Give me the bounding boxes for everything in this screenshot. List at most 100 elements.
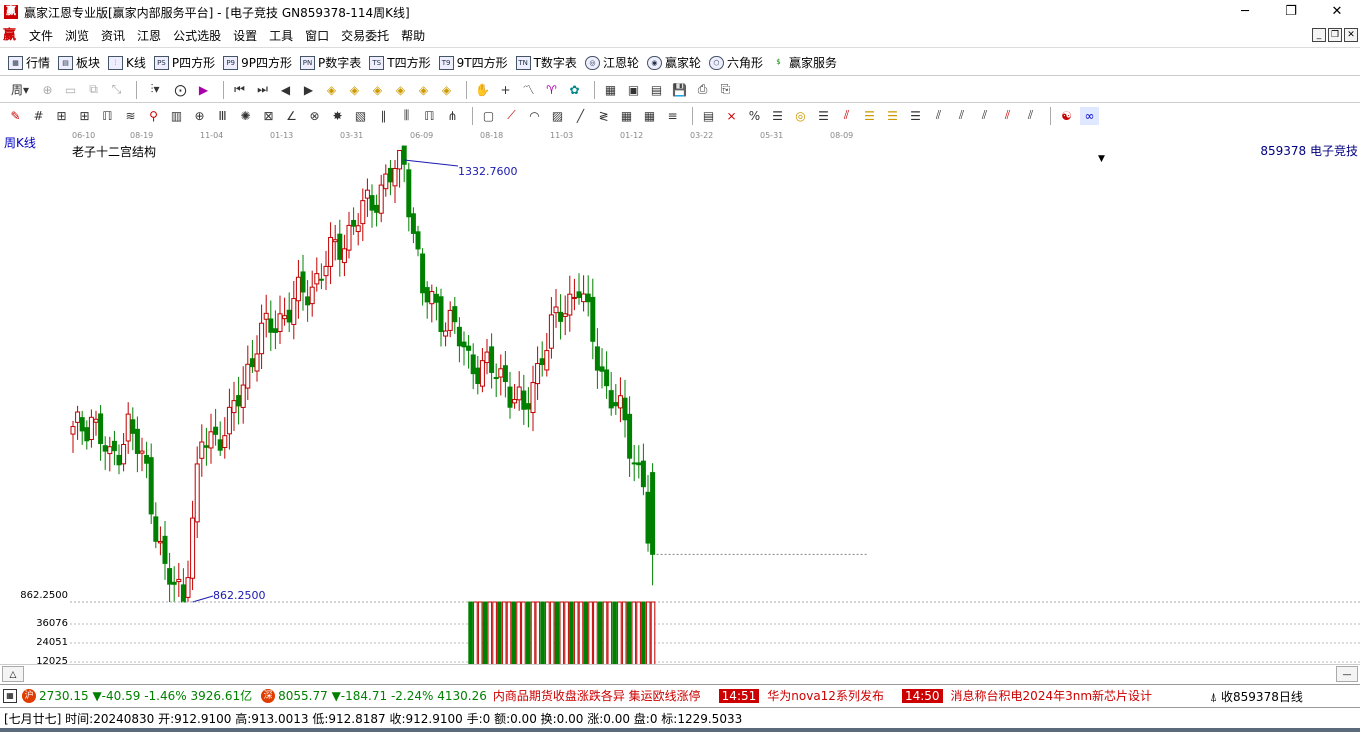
fib-icon[interactable]: ☰: [860, 107, 879, 125]
fractal-icon[interactable]: ✿: [565, 81, 584, 99]
compare-icon[interactable]: ⧉: [84, 81, 103, 99]
fan7-icon[interactable]: ⫽: [1021, 107, 1040, 125]
infinity-icon[interactable]: ∞: [1080, 106, 1099, 125]
menu-file[interactable]: 文件: [23, 27, 59, 44]
comb-icon[interactable]: ℿ: [98, 107, 117, 125]
diamond-up-icon[interactable]: ◈: [368, 81, 387, 99]
fib2-icon[interactable]: ☰: [883, 107, 902, 125]
fan4-icon[interactable]: ⫽: [952, 107, 971, 125]
hatch-icon[interactable]: ▨: [548, 107, 567, 125]
menu-logo-icon[interactable]: 赢: [3, 28, 19, 44]
last-icon[interactable]: ⏭: [253, 81, 272, 99]
hand-icon[interactable]: ✋: [473, 81, 492, 99]
menu-formula[interactable]: 公式选股: [167, 27, 227, 44]
chevron-down-icon[interactable]: ▼: [1098, 154, 1105, 164]
candlestick-chart[interactable]: [0, 128, 1360, 682]
bars-icon[interactable]: Ⅲ: [213, 107, 232, 125]
diamond-zoom-icon[interactable]: ◈: [414, 81, 433, 99]
frame-icon[interactable]: ▢: [479, 107, 498, 125]
tool-gann-wheel[interactable]: ◎ 江恩轮: [584, 54, 639, 71]
prev-icon[interactable]: ◀: [276, 81, 295, 99]
tool-p-number[interactable]: PN P数字表: [300, 54, 361, 71]
pitchfork-icon[interactable]: ⋔: [443, 107, 462, 125]
tool-t-square[interactable]: TS T四方形: [369, 54, 431, 71]
diamond-fit-icon[interactable]: ◈: [437, 81, 456, 99]
shrink-icon[interactable]: ⤡: [107, 81, 126, 99]
table2-icon[interactable]: ▦: [640, 107, 659, 125]
tool-blocks[interactable]: ▤ 板块: [58, 54, 100, 71]
fan5-icon[interactable]: ⫽: [975, 107, 994, 125]
lattice-icon[interactable]: ▧: [351, 107, 370, 125]
hash-icon[interactable]: #: [29, 107, 48, 125]
menu-trade[interactable]: 交易委托: [335, 27, 395, 44]
news-item[interactable]: 消息称台积电2024年3nm新芯片设计: [951, 687, 1152, 704]
table-icon[interactable]: ▦: [617, 107, 636, 125]
fan3-icon[interactable]: ⫽: [929, 107, 948, 125]
first-icon[interactable]: ⏮: [230, 81, 249, 99]
box-icon[interactable]: ▥: [167, 107, 186, 125]
yin-yang-icon[interactable]: ☯: [1057, 107, 1076, 125]
minimize-button[interactable]: ─: [1222, 0, 1268, 22]
news-item[interactable]: 华为nova12系列发布: [767, 687, 884, 704]
chart-scrollbar[interactable]: △ —: [0, 664, 1360, 682]
ticker-right[interactable]: ⍋ 收859378日线: [1206, 688, 1303, 705]
tool-quotes[interactable]: ▦ 行情: [8, 54, 50, 71]
chart-area[interactable]: 周K线 老子十二宫结构 859378 电子竞技 ▼ 06-10 08-19 11…: [0, 128, 1360, 682]
line-icon[interactable]: ╱: [571, 107, 590, 125]
fan-icon[interactable]: ⚲: [144, 107, 163, 125]
period-dropdown-icon[interactable]: 周▾: [6, 81, 34, 99]
circle-cross-icon[interactable]: ⊗: [305, 107, 324, 125]
calc-icon[interactable]: ▣: [624, 81, 643, 99]
calendar-icon[interactable]: ▦: [601, 81, 620, 99]
zoom-in-icon[interactable]: ⊕: [38, 81, 57, 99]
mdi-restore-button[interactable]: ❐: [1328, 28, 1342, 42]
percent-icon[interactable]: %: [745, 107, 764, 125]
fib3-icon[interactable]: ☰: [906, 107, 925, 125]
sh-index[interactable]: ▦ 沪 2730.15 ▼-40.59 -1.46% 3926.61亿: [0, 687, 252, 704]
fan6-icon[interactable]: ⫽: [998, 107, 1017, 125]
export-icon[interactable]: ⎘: [716, 81, 735, 99]
wave-icon[interactable]: 〽: [519, 81, 538, 99]
tool-9t-square[interactable]: T9 9T四方形: [438, 54, 508, 71]
tool-p-square[interactable]: PS P四方形: [153, 54, 215, 71]
star-icon[interactable]: ✸: [328, 107, 347, 125]
calculator-icon[interactable]: ▦: [3, 688, 17, 703]
diamond-down-icon[interactable]: ◈: [391, 81, 410, 99]
menu-window[interactable]: 窗口: [299, 27, 335, 44]
save-icon[interactable]: 💾: [670, 81, 689, 99]
cross-pct-icon[interactable]: ⨯: [722, 107, 741, 125]
zigzag-icon[interactable]: ≷: [594, 107, 613, 125]
levels2-icon[interactable]: ☰: [814, 107, 833, 125]
tool-kline[interactable]: ⫶ K线: [108, 54, 146, 71]
menu-tools[interactable]: 工具: [263, 27, 299, 44]
angle-icon[interactable]: ∠: [282, 107, 301, 125]
mdi-minimize-button[interactable]: _: [1312, 28, 1326, 42]
maximize-button[interactable]: ❐: [1268, 0, 1314, 22]
bar-chart-icon[interactable]: ⫼: [397, 107, 416, 125]
pattern-icon[interactable]: ♈: [542, 81, 561, 99]
crosshair-icon[interactable]: +: [496, 81, 515, 99]
menu-settings[interactable]: 设置: [227, 27, 263, 44]
parallel-icon[interactable]: ∥: [374, 107, 393, 125]
next-icon[interactable]: ▶: [299, 81, 318, 99]
pen-icon[interactable]: ✎: [6, 107, 25, 125]
notes-icon[interactable]: ▤: [647, 81, 666, 99]
tool-winner-wheel[interactable]: ◉ 赢家轮: [646, 54, 701, 71]
formula-icon[interactable]: ⨀: [171, 81, 190, 99]
diamond-left-icon[interactable]: ◈: [322, 81, 341, 99]
ring-icon[interactable]: ◎: [791, 107, 810, 125]
print-icon[interactable]: ⎙: [693, 81, 712, 99]
news-item[interactable]: 内商品期货收盘涨跌各异 集运欧线涨停: [493, 687, 701, 704]
grid-list-icon[interactable]: ▤: [699, 107, 718, 125]
page-icon[interactable]: ▭: [61, 81, 80, 99]
sz-index[interactable]: 深 8055.77 ▼-184.71 -2.24% 4130.26: [258, 688, 487, 703]
close-button[interactable]: ✕: [1314, 0, 1360, 22]
menu-browse[interactable]: 浏览: [59, 27, 95, 44]
period-label[interactable]: 周K线: [4, 134, 36, 151]
indicator-dropdown-icon[interactable]: ⫶▾: [143, 81, 167, 99]
fan2-icon[interactable]: ⫽: [837, 107, 856, 125]
flag-icon[interactable]: ▶: [194, 81, 213, 99]
wave-lines-icon[interactable]: ≋: [121, 107, 140, 125]
arc-icon[interactable]: ◠: [525, 107, 544, 125]
tool-service[interactable]: $ 赢家服务: [771, 54, 837, 71]
